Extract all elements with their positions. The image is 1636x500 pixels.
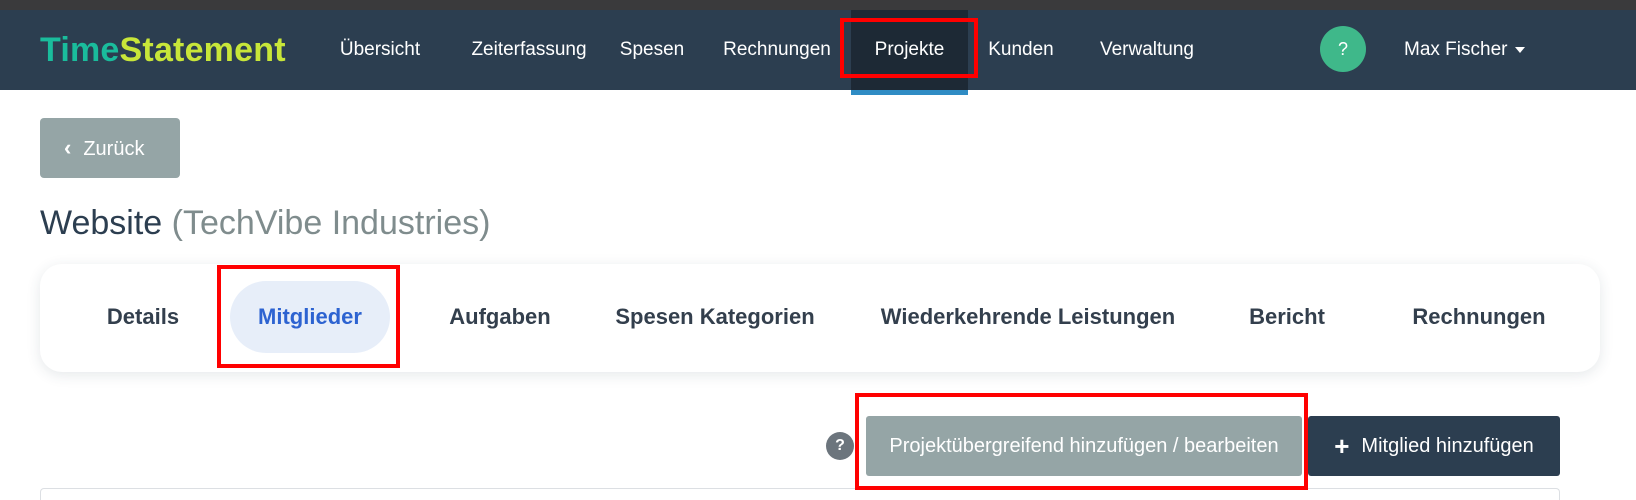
- nav-item-spesen[interactable]: Spesen: [614, 10, 690, 90]
- user-menu[interactable]: Max Fischer: [1404, 10, 1526, 90]
- tab-bericht[interactable]: Bericht: [1230, 281, 1344, 353]
- nav-item-uebersicht[interactable]: Übersicht: [318, 10, 442, 90]
- members-table: [40, 488, 1560, 500]
- brand-part-time: Time: [40, 31, 120, 69]
- nav-item-verwaltung[interactable]: Verwaltung: [1090, 10, 1204, 90]
- tab-rechnungen[interactable]: Rechnungen: [1394, 281, 1564, 353]
- tab-wiederkehrende-leistungen[interactable]: Wiederkehrende Leistungen: [860, 281, 1196, 353]
- help-button[interactable]: ?: [1320, 26, 1366, 72]
- user-name: Max Fischer: [1404, 39, 1508, 60]
- tab-mitglieder[interactable]: Mitglieder: [230, 281, 390, 353]
- nav-item-zeiterfassung[interactable]: Zeiterfassung: [454, 10, 604, 90]
- members-help-icon[interactable]: ?: [826, 432, 854, 460]
- tab-aufgaben[interactable]: Aufgaben: [430, 281, 570, 353]
- plus-icon: +: [1334, 431, 1350, 461]
- back-button-label: Zurück: [83, 138, 145, 160]
- tab-spesen-kategorien[interactable]: Spesen Kategorien: [600, 281, 830, 353]
- project-client: (TechVibe Industries): [171, 204, 491, 242]
- nav-item-rechnungen[interactable]: Rechnungen: [716, 10, 838, 90]
- back-button[interactable]: ‹ Zurück: [40, 118, 180, 178]
- window-top-strip: [0, 0, 1636, 10]
- brand-logo[interactable]: TimeStatement: [40, 30, 286, 70]
- add-member-button[interactable]: + Mitglied hinzufügen: [1308, 416, 1560, 476]
- add-member-label: Mitglied hinzufügen: [1361, 435, 1534, 457]
- nav-item-projekte[interactable]: Projekte: [851, 10, 968, 90]
- project-name: Website: [40, 204, 163, 242]
- caret-down-icon: [1515, 46, 1526, 53]
- nav-active-indicator: [851, 90, 968, 95]
- cross-project-edit-button[interactable]: Projektübergreifend hinzufügen / bearbei…: [866, 416, 1302, 476]
- chevron-left-icon: ‹: [64, 135, 72, 160]
- nav-item-kunden[interactable]: Kunden: [980, 10, 1062, 90]
- tab-details[interactable]: Details: [82, 281, 204, 353]
- page-title: Website (TechVibe Industries): [40, 200, 490, 246]
- project-tabs: Details Mitglieder Aufgaben Spesen Kateg…: [40, 264, 1600, 372]
- brand-part-statement: Statement: [119, 31, 286, 69]
